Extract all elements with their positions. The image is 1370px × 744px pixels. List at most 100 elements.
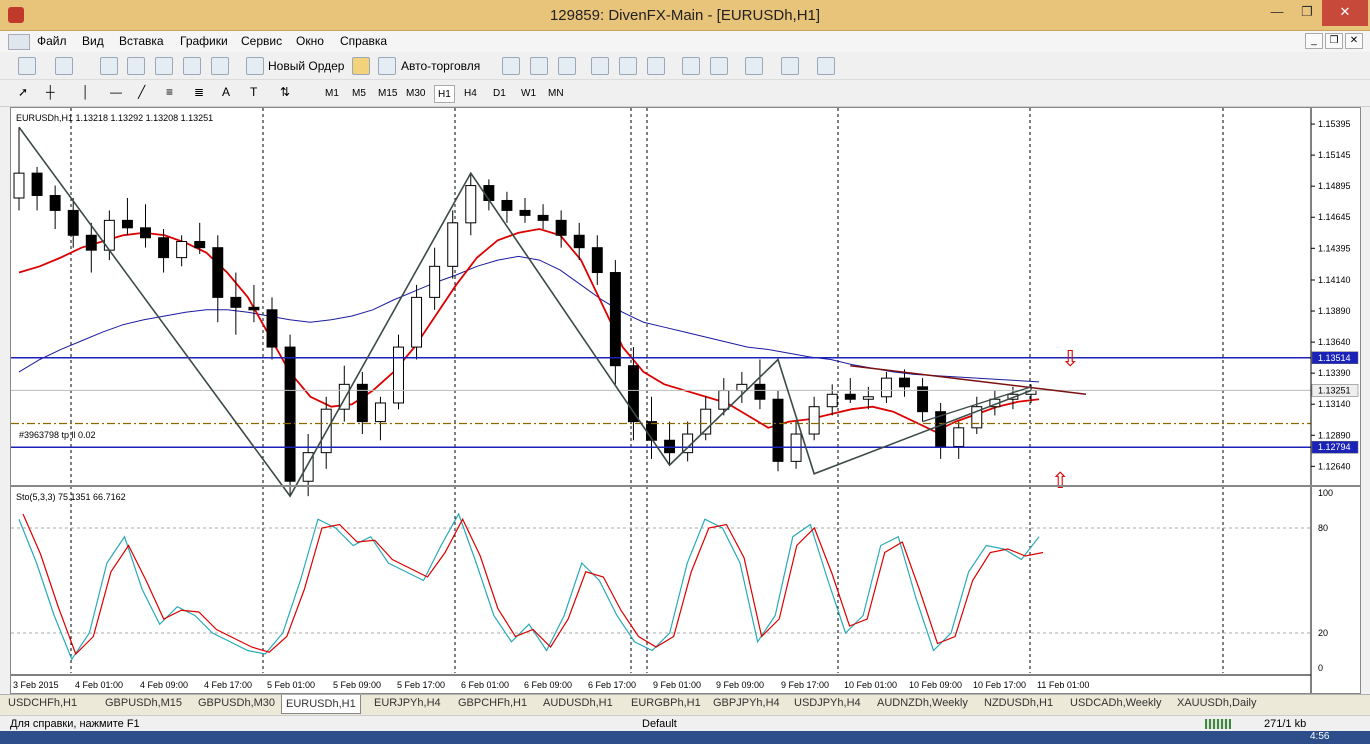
chart-tab[interactable]: GBPCHFh,H1 <box>458 697 527 709</box>
up-arrow-icon[interactable]: ⇧ <box>1051 468 1069 493</box>
chart-tab[interactable]: GBPUSDh,M30 <box>198 697 275 709</box>
subwindow-separator[interactable] <box>11 485 1360 487</box>
timeframe-d1[interactable]: D1 <box>490 85 509 103</box>
fibonacci-icon[interactable]: ≣ <box>194 85 212 103</box>
bar-chart-icon[interactable] <box>502 57 520 75</box>
candle <box>917 378 929 422</box>
maximize-button[interactable]: ❐ <box>1292 0 1322 26</box>
line-chart-icon[interactable] <box>558 57 576 75</box>
auto-trading-icon[interactable] <box>378 57 396 75</box>
document-icon[interactable] <box>8 34 30 50</box>
price-tick-label: 1.13140 <box>1318 399 1351 409</box>
timeframe-m1[interactable]: M1 <box>322 85 342 103</box>
time-tick-label: 4 Feb 09:00 <box>140 680 188 690</box>
chart-tab[interactable]: USDCADh,Weekly <box>1070 697 1162 709</box>
chart-tab[interactable]: GBPUSDh,M15 <box>105 697 182 709</box>
navigator-icon[interactable] <box>155 57 173 75</box>
menu-window[interactable]: Окно <box>296 34 324 48</box>
data-window-icon[interactable] <box>127 57 145 75</box>
text-icon[interactable]: A <box>222 85 240 103</box>
price-axis: 1.15395 1.15145 1.14895 1.14645 1.14395 1.141… <box>1310 108 1359 693</box>
windows-taskbar: 4:56 <box>0 731 1370 744</box>
cursor-icon[interactable]: ➚ <box>18 85 36 103</box>
vertical-line-icon[interactable]: │ <box>82 85 100 103</box>
arrows-icon[interactable]: ⇅ <box>280 85 298 103</box>
chart-tab[interactable]: AUDNZDh,Weekly <box>877 697 968 709</box>
stochastic-oscillator <box>11 512 1311 661</box>
equidistant-channel-icon[interactable]: ≡ <box>166 85 184 103</box>
strategy-tester-icon[interactable] <box>211 57 229 75</box>
zoom-out-icon[interactable] <box>619 57 637 75</box>
close-button[interactable]: ✕ <box>1322 0 1368 26</box>
chart-tab[interactable]: USDCHFh,H1 <box>8 697 77 709</box>
tile-windows-icon[interactable] <box>647 57 665 75</box>
terminal-icon[interactable] <box>183 57 201 75</box>
price-tick-label: 1.14895 <box>1318 181 1351 191</box>
market-watch-icon[interactable] <box>100 57 118 75</box>
mdi-close-button[interactable]: ✕ <box>1345 33 1363 49</box>
horizontal-line-icon[interactable]: — <box>110 85 128 103</box>
profiles-icon[interactable] <box>55 57 73 75</box>
timeframe-m30[interactable]: M30 <box>403 85 428 103</box>
menu-file[interactable]: Файл <box>37 34 67 48</box>
slow-ma-line <box>18 255 1040 383</box>
window-title: 129859: DivenFX-Main - [EURUSDh,H1] <box>549 7 821 24</box>
time-tick-label: 10 Feb 09:00 <box>909 680 962 690</box>
down-arrow-icon[interactable]: ⇩ <box>1061 346 1079 371</box>
menu-insert[interactable]: Вставка <box>119 34 164 48</box>
minimize-button[interactable]: — <box>1262 0 1292 26</box>
periods-clock-icon[interactable] <box>781 57 799 75</box>
timeframe-m15[interactable]: M15 <box>375 85 400 103</box>
price-chart[interactable]: ⇩ ⇧ 1.153951.151451.148951.146451.143951.… <box>11 108 1360 693</box>
new-order-button[interactable]: Новый Ордер <box>268 59 344 73</box>
crosshair-icon[interactable]: ┼ <box>46 85 64 103</box>
time-tick-label: 9 Feb 17:00 <box>781 680 829 690</box>
zigzag-line[interactable] <box>18 126 1032 498</box>
time-tick-label: 3 Feb 2015 <box>13 680 59 690</box>
chart-tab[interactable]: XAUUSDh,Daily <box>1177 697 1256 709</box>
chart-tab[interactable]: EURJPYh,H4 <box>374 697 441 709</box>
new-chart-icon[interactable] <box>18 57 36 75</box>
status-help: Для справки, нажмите F1 <box>10 718 140 730</box>
text-label-icon[interactable]: T <box>250 85 268 103</box>
indicators-icon[interactable] <box>745 57 763 75</box>
menu-charts[interactable]: Графики <box>180 34 228 48</box>
price-tick-label: 1.14140 <box>1318 275 1351 285</box>
auto-scroll-icon[interactable] <box>682 57 700 75</box>
expert-advisor-icon[interactable] <box>352 57 370 75</box>
menu-view[interactable]: Вид <box>82 34 104 48</box>
drawing-toolbar: ➚ ┼ │ — ╱ ≡ ≣ A T ⇅ M1 M5 M15 M30 H1 H4 … <box>0 80 1370 107</box>
mdi-minimize-button[interactable]: _ <box>1305 33 1323 49</box>
stoch-tick-label: 0 <box>1318 663 1323 673</box>
timeframe-h1[interactable]: H1 <box>434 85 455 103</box>
chart-tab[interactable]: EURUSDh,H1 <box>281 695 361 714</box>
trendline-icon[interactable]: ╱ <box>138 85 156 103</box>
candle <box>31 166 43 211</box>
chart-tab[interactable]: USDJPYh,H4 <box>794 697 861 709</box>
zoom-in-icon[interactable] <box>591 57 609 75</box>
chart-shift-icon[interactable] <box>710 57 728 75</box>
timeframe-h4[interactable]: H4 <box>461 85 480 103</box>
auto-trading-button[interactable]: Авто-торговля <box>401 59 480 73</box>
time-tick-label: 5 Feb 01:00 <box>267 680 315 690</box>
time-tick-label: 4 Feb 17:00 <box>204 680 252 690</box>
chart-tab[interactable]: GBPJPYh,H4 <box>713 697 780 709</box>
mdi-restore-button[interactable]: ❐ <box>1325 33 1343 49</box>
menu-help[interactable]: Справка <box>340 34 387 48</box>
chart-window[interactable]: ⇩ ⇧ 1.15395 1.15145 1.14895 1.14645 1.14395 1.… <box>10 107 1361 694</box>
timeframe-mn[interactable]: MN <box>545 85 567 103</box>
candlestick-chart-icon[interactable] <box>530 57 548 75</box>
timeframe-w1[interactable]: W1 <box>518 85 539 103</box>
timeframe-m5[interactable]: M5 <box>349 85 369 103</box>
time-tick-label: 5 Feb 17:00 <box>397 680 445 690</box>
candle <box>754 359 766 410</box>
new-order-icon[interactable] <box>246 57 264 75</box>
menu-tools[interactable]: Сервис <box>241 34 282 48</box>
time-tick-label: 6 Feb 09:00 <box>524 680 572 690</box>
chart-tab[interactable]: NZDUSDh,H1 <box>984 697 1053 709</box>
chart-tab[interactable]: EURGBPh,H1 <box>631 697 701 709</box>
templates-icon[interactable] <box>817 57 835 75</box>
chart-tab[interactable]: AUDUSDh,H1 <box>543 697 613 709</box>
candle <box>194 222 206 254</box>
candle <box>682 421 694 462</box>
